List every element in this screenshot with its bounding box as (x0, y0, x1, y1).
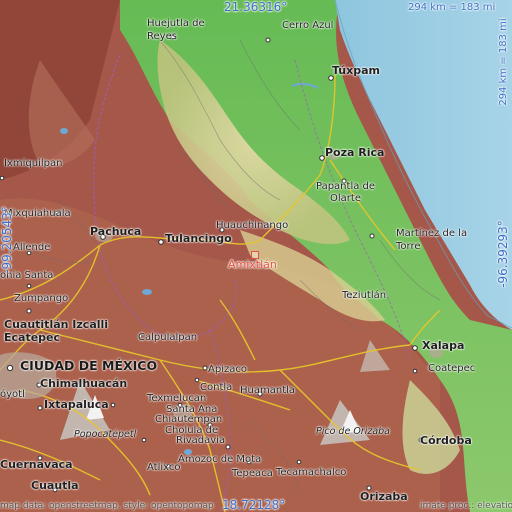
place-label-coyotl: óyotl (0, 389, 25, 400)
topographic-map[interactable]: Huejutla de Reyes Cerro Azul Túxpam Poza… (0, 0, 512, 512)
place-label-cerro-azul: Cerro Azul (282, 20, 334, 31)
attribution-right: imate proc.: elevation.city (420, 501, 512, 511)
scale-horizontal: 294 km = 183 mi (408, 2, 496, 13)
place-label-papantla: Papantla de Olarte (316, 181, 376, 204)
place-label-tecamachalco: Tecamachalco (276, 467, 347, 478)
place-label-teziutlan: Teziutlán (342, 290, 387, 301)
place-label-poza-rica: Poza Rica (325, 146, 385, 159)
place-label-cuautitlan: Cuautitlán Izcalli (4, 318, 109, 331)
place-label-chimalhuacan: Chimalhuacán (40, 377, 128, 390)
place-label-calpulalpan: Calpulalpan (138, 332, 198, 343)
place-label-ixtapaluca: Ixtapaluca (44, 398, 109, 411)
place-label-cdmx: CIUDAD DE MÉXICO (20, 358, 158, 373)
coordinate-north: 21.36316° (224, 0, 288, 14)
place-label-huejutla: Huejutla de Reyes (147, 18, 205, 42)
attribution-left: map data: openstreetmap, style: opentopo… (0, 501, 214, 511)
place-label-pico-orizaba: Pico de Orizaba (316, 426, 391, 437)
place-label-amozoc: Amozoc de Mota (178, 454, 262, 465)
scale-vertical: 294 km = 183 mi (498, 18, 509, 106)
place-label-tuxpam: Túxpam (332, 64, 380, 77)
place-label-xalapa: Xalapa (422, 339, 465, 352)
place-label-rivadavia: Rivadavia (176, 435, 226, 446)
place-label-pachuca: Pachuca (90, 225, 142, 238)
coordinate-east: -96.39293° (496, 220, 510, 288)
place-label-atlixco: Atlixco (147, 462, 181, 473)
place-label-orizaba: Orizaba (360, 490, 408, 503)
place-label-popocatepetl: Popocatépetl (74, 429, 137, 440)
place-label-cuautla: Cuautla (31, 479, 79, 492)
place-label-huauchinango: Huauchinango (216, 220, 289, 231)
place-label-huamantla: Huamantla (240, 385, 296, 396)
place-label-tepeaca: Tepeaca (232, 468, 273, 479)
place-label-martinez: Martínez de la Torre (396, 228, 468, 252)
place-label-apizaco: Apizaco (208, 364, 247, 375)
place-label-ecatepec: Ecatepec (4, 331, 61, 344)
place-label-tulancingo: Tulancingo (165, 232, 232, 245)
place-label-cuernavaca: Cuernavaca (0, 458, 73, 471)
place-label-ixmiquilpan: Ixmiquilpan (4, 158, 63, 169)
target-place-label: Amixtlán (228, 258, 277, 271)
place-label-zumpango: Zumpango (14, 293, 69, 304)
place-label-cordoba: Córdoba (420, 434, 472, 447)
coordinate-south: 18.72128° (222, 498, 286, 512)
place-label-allende: Allende (13, 242, 51, 253)
coordinate-west: -99.20543° (0, 206, 14, 274)
place-label-coatepec: Coatepec (428, 363, 476, 374)
